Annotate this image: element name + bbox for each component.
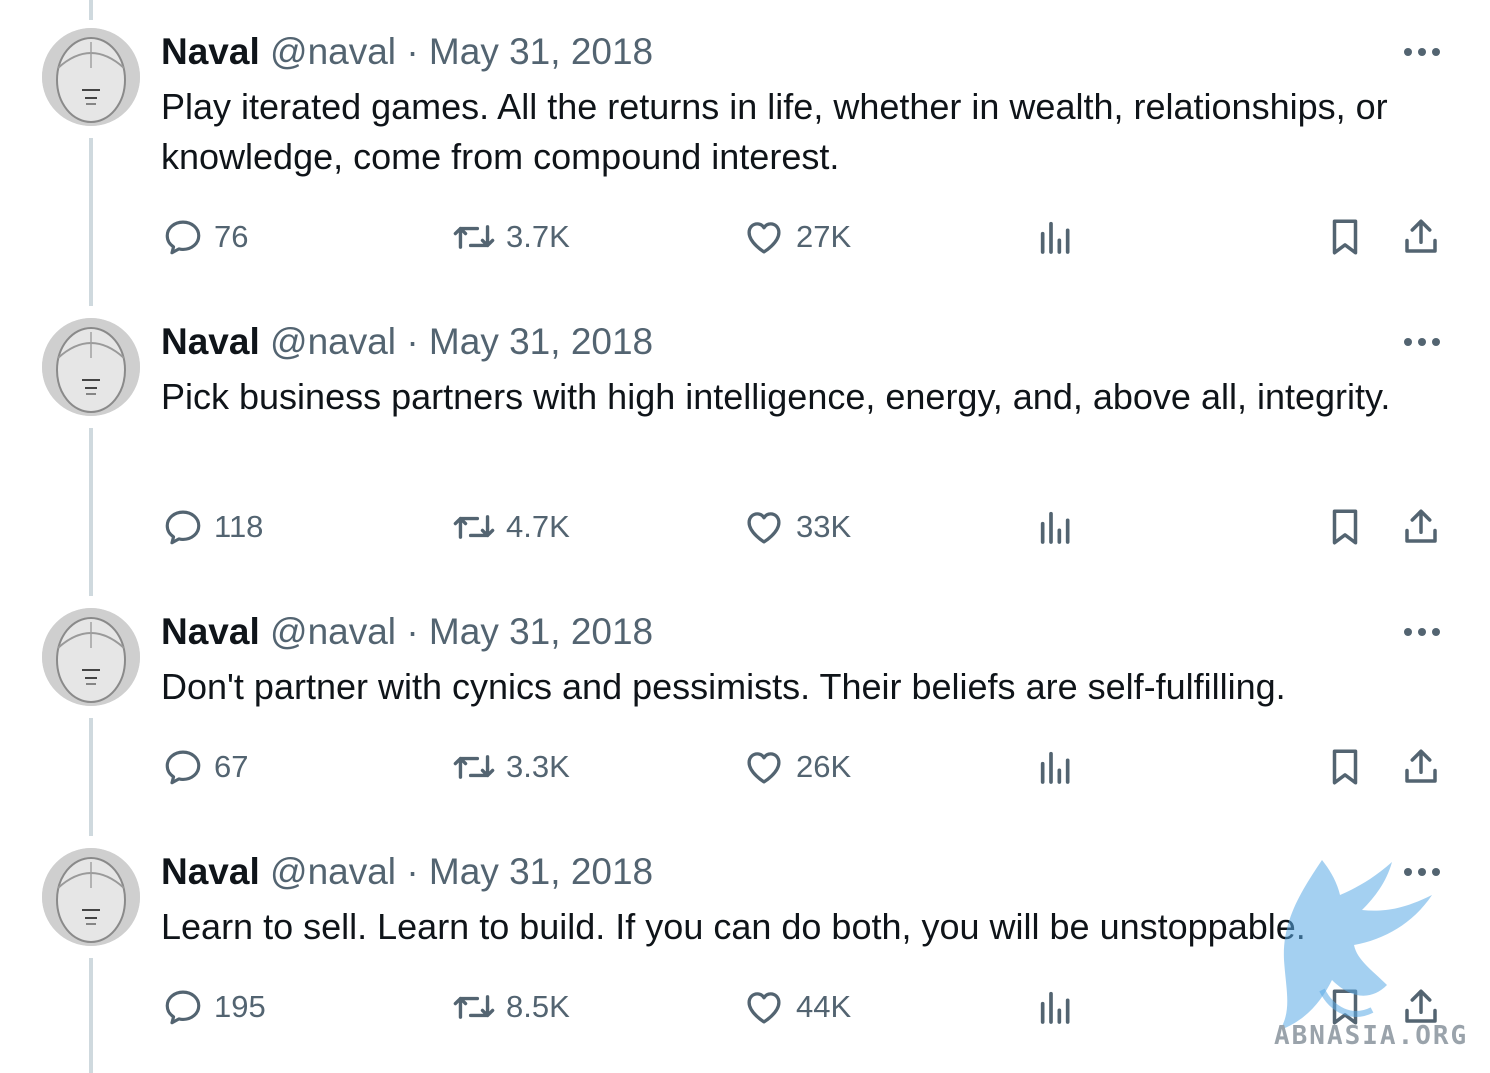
retweet-icon: [453, 225, 495, 249]
reply-icon: [165, 220, 201, 255]
share-icon: [1405, 219, 1437, 253]
like-count: 44K: [796, 989, 852, 1024]
views-button[interactable]: [1036, 742, 1076, 792]
tweet-actions: 76 3.7K 27K: [0, 212, 1490, 262]
more-icon[interactable]: [1400, 42, 1444, 62]
views-button[interactable]: [1036, 212, 1076, 262]
retweet-button[interactable]: 3.3K: [452, 742, 570, 792]
bookmark-icon: [1332, 219, 1358, 255]
bookmark-button[interactable]: [1324, 212, 1366, 262]
views-icon: [1040, 991, 1070, 1024]
avatar-image: [42, 318, 140, 416]
heart-icon: [747, 512, 781, 544]
reply-button[interactable]: 195: [162, 982, 266, 1032]
tweet-actions: 67 3.3K 26K: [0, 742, 1490, 792]
tweet-date[interactable]: May 31, 2018: [429, 31, 653, 72]
tweet-header: Naval @naval · May 31, 2018: [161, 850, 653, 894]
share-icon: [1405, 749, 1437, 783]
author-handle[interactable]: @naval: [270, 611, 396, 652]
like-button[interactable]: 27K: [742, 212, 851, 262]
reply-count: 118: [214, 509, 264, 544]
retweet-button[interactable]: 4.7K: [452, 502, 570, 552]
reply-count: 67: [214, 749, 249, 784]
reply-button[interactable]: 118: [162, 502, 263, 552]
views-button[interactable]: [1036, 502, 1076, 552]
retweet-count: 3.3K: [506, 749, 570, 784]
separator-dot: ·: [406, 31, 419, 72]
avatar-image: [42, 608, 140, 706]
avatar-image: [42, 848, 140, 946]
author-name[interactable]: Naval: [161, 31, 260, 72]
like-count: 27K: [796, 219, 852, 254]
bookmark-icon: [1332, 749, 1358, 785]
more-icon[interactable]: [1400, 862, 1444, 882]
bookmark-button[interactable]: [1324, 502, 1366, 552]
tweet-text: Don't partner with cynics and pessimists…: [161, 666, 1286, 707]
tweet-text: Pick business partners with high intelli…: [161, 376, 1391, 417]
retweet-icon: [453, 515, 495, 539]
separator-dot: ·: [406, 321, 419, 362]
tweet-date[interactable]: May 31, 2018: [429, 321, 653, 362]
share-button[interactable]: [1400, 502, 1442, 552]
share-button[interactable]: [1400, 742, 1442, 792]
like-button[interactable]: 44K: [742, 982, 851, 1032]
watermark-text: ABNASIA.ORG: [1274, 1021, 1469, 1051]
retweet-count: 4.7K: [506, 509, 570, 544]
retweet-count: 3.7K: [506, 219, 570, 254]
views-icon: [1040, 221, 1070, 254]
separator-dot: ·: [406, 851, 419, 892]
tweet-date[interactable]: May 31, 2018: [429, 851, 653, 892]
like-button[interactable]: 33K: [742, 502, 851, 552]
reply-count: 76: [214, 219, 249, 254]
retweet-icon: [453, 755, 495, 779]
tweet-header: Naval @naval · May 31, 2018: [161, 30, 653, 74]
share-button[interactable]: [1400, 212, 1442, 262]
bookmark-button[interactable]: [1324, 742, 1366, 792]
retweet-button[interactable]: 8.5K: [452, 982, 570, 1032]
tweet-header: Naval @naval · May 31, 2018: [161, 320, 653, 364]
author-name[interactable]: Naval: [161, 611, 260, 652]
reply-icon: [165, 990, 201, 1025]
author-handle[interactable]: @naval: [270, 851, 396, 892]
thread-line: [89, 0, 93, 20]
share-icon: [1405, 509, 1437, 543]
reply-button[interactable]: 76: [162, 212, 248, 262]
tweet-text: Play iterated games. All the returns in …: [161, 86, 1388, 177]
avatar-image: [42, 28, 140, 126]
like-count: 33K: [796, 509, 852, 544]
retweet-button[interactable]: 3.7K: [452, 212, 570, 262]
like-count: 26K: [796, 749, 852, 784]
avatar[interactable]: [42, 318, 140, 416]
bookmark-icon: [1332, 509, 1358, 545]
more-icon[interactable]: [1400, 622, 1444, 642]
author-handle[interactable]: @naval: [270, 31, 396, 72]
tweet-date[interactable]: May 31, 2018: [429, 611, 653, 652]
retweet-count: 8.5K: [506, 989, 570, 1024]
views-icon: [1040, 511, 1070, 544]
reply-button[interactable]: 67: [162, 742, 248, 792]
tweet-text: Learn to sell. Learn to build. If you ca…: [161, 906, 1306, 947]
views-button[interactable]: [1036, 982, 1076, 1032]
avatar[interactable]: [42, 28, 140, 126]
author-name[interactable]: Naval: [161, 851, 260, 892]
retweet-icon: [453, 995, 495, 1019]
avatar[interactable]: [42, 608, 140, 706]
reply-icon: [165, 750, 201, 785]
more-icon[interactable]: [1400, 332, 1444, 352]
views-icon: [1040, 751, 1070, 784]
author-name[interactable]: Naval: [161, 321, 260, 362]
heart-icon: [747, 222, 781, 254]
thread-page: Naval @naval · May 31, 2018 Play iterate…: [0, 0, 1490, 1073]
like-button[interactable]: 26K: [742, 742, 851, 792]
heart-icon: [747, 752, 781, 784]
tweet-actions: 195 8.5K 44K: [0, 982, 1490, 1032]
avatar[interactable]: [42, 848, 140, 946]
tweet-actions: 118 4.7K 33K: [0, 502, 1490, 552]
heart-icon: [747, 992, 781, 1024]
separator-dot: ·: [406, 611, 419, 652]
reply-icon: [165, 510, 201, 545]
tweet-header: Naval @naval · May 31, 2018: [161, 610, 653, 654]
author-handle[interactable]: @naval: [270, 321, 396, 362]
reply-count: 195: [214, 989, 266, 1024]
